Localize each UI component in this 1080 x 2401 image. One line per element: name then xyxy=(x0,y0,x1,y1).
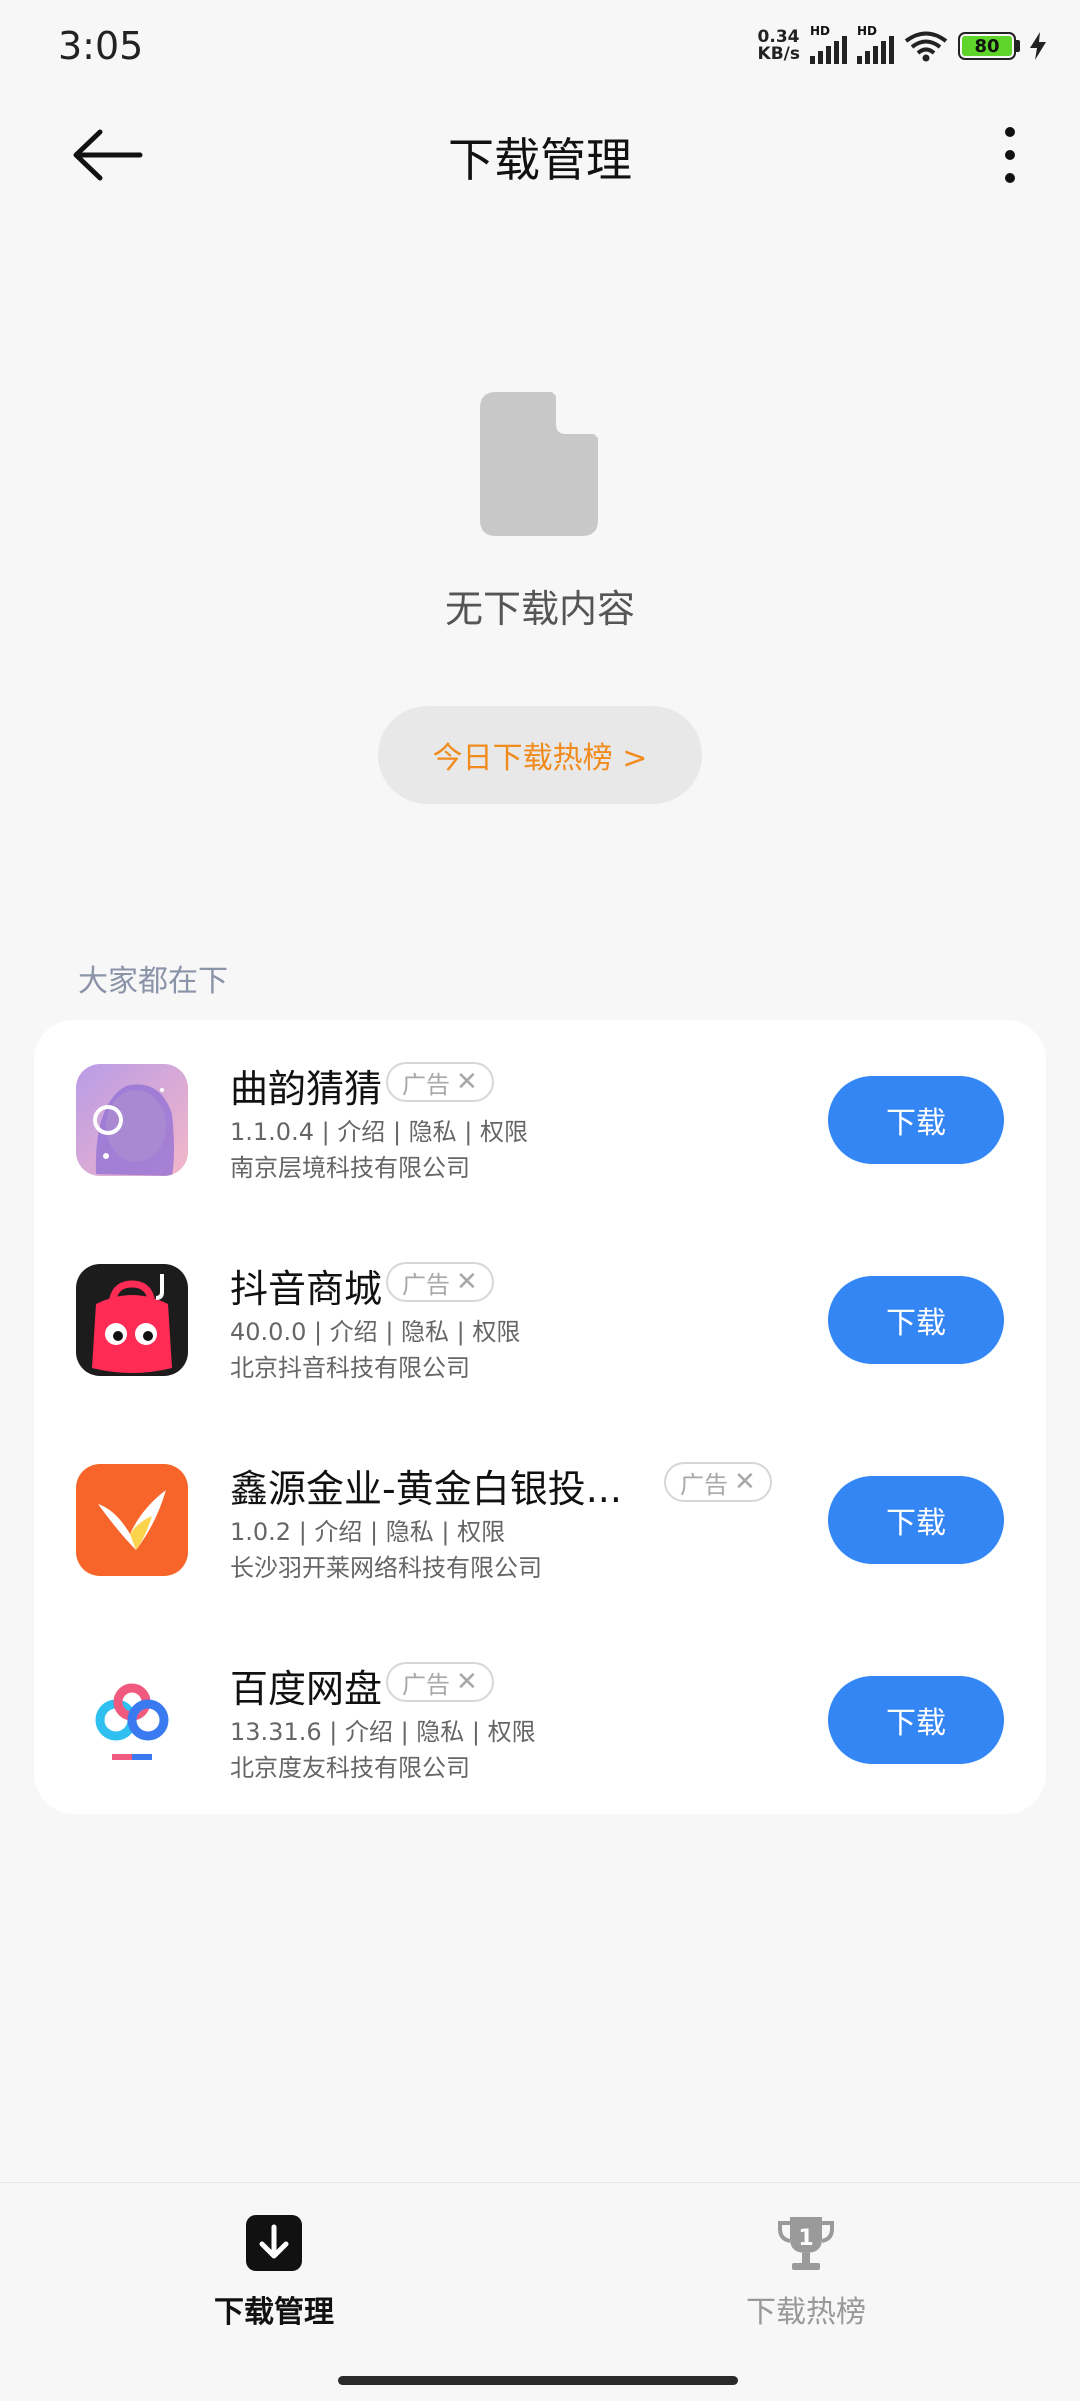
ad-badge: 广告 ✕ xyxy=(386,1262,494,1302)
trophy-icon: 1 xyxy=(778,2217,834,2270)
app-developer: 北京抖音科技有限公司 xyxy=(230,1354,470,1382)
status-bar: 3:05 0.34 KB/s HD HD 80 xyxy=(0,0,1080,100)
app-item[interactable]: 鑫源金业-黄金白银投... 广告 ✕ 1.0.2 | 介绍 | 隐私 | 权限 … xyxy=(34,1420,1046,1582)
more-options-button[interactable] xyxy=(990,122,1030,188)
close-ad-icon[interactable]: ✕ xyxy=(456,1267,478,1297)
permission-link[interactable]: 权限 xyxy=(457,1518,505,1546)
svg-text:1: 1 xyxy=(798,2226,813,2251)
app-icon-xinyuan xyxy=(76,1464,188,1576)
intro-link[interactable]: 介绍 xyxy=(314,1518,362,1546)
download-button[interactable]: 下载 xyxy=(828,1076,1004,1164)
close-ad-icon[interactable]: ✕ xyxy=(456,1667,478,1697)
app-icon-baidu-netdisk xyxy=(76,1664,188,1776)
more-vertical-icon xyxy=(1005,127,1015,183)
permission-link[interactable]: 权限 xyxy=(480,1118,528,1146)
charging-icon xyxy=(1030,32,1046,60)
intro-link[interactable]: 介绍 xyxy=(337,1118,385,1146)
page-title: 下载管理 xyxy=(448,133,632,187)
app-icon-quyun xyxy=(76,1064,188,1176)
wifi-icon xyxy=(904,31,948,62)
app-icon-douyin-mall xyxy=(76,1264,188,1376)
privacy-link[interactable]: 隐私 xyxy=(416,1718,464,1746)
tab-download-manage[interactable]: 下载管理 xyxy=(124,2213,424,2331)
daily-hot-rank-button[interactable]: 今日下载热榜 > xyxy=(378,706,702,804)
privacy-link[interactable]: 隐私 xyxy=(386,1518,434,1546)
close-ad-icon[interactable]: ✕ xyxy=(456,1067,478,1097)
signal-icon: HD xyxy=(810,24,847,64)
app-name: 抖音商城 xyxy=(230,1267,383,1311)
ad-badge: 广告 ✕ xyxy=(386,1662,494,1702)
intro-link[interactable]: 介绍 xyxy=(345,1718,393,1746)
app-header: 下载管理 xyxy=(0,100,1080,210)
signal-icon-2: HD xyxy=(857,24,894,64)
recommend-card: 曲韵猜猜 广告 ✕ 1.1.0.4 | 介绍 | 隐私 | 权限 南京层境科技有… xyxy=(34,1020,1046,1814)
download-button[interactable]: 下载 xyxy=(828,1276,1004,1364)
download-icon xyxy=(246,2215,302,2271)
app-name: 百度网盘 xyxy=(230,1667,383,1711)
app-meta: 13.31.6 | 介绍 | 隐私 | 权限 xyxy=(230,1718,536,1746)
app-developer: 北京度友科技有限公司 xyxy=(230,1754,470,1782)
ad-badge: 广告 ✕ xyxy=(386,1062,494,1102)
network-speed: 0.34 KB/s xyxy=(757,27,800,64)
section-title: 大家都在下 xyxy=(78,964,228,999)
app-item[interactable]: 曲韵猜猜 广告 ✕ 1.1.0.4 | 介绍 | 隐私 | 权限 南京层境科技有… xyxy=(34,1020,1046,1182)
permission-link[interactable]: 权限 xyxy=(488,1718,536,1746)
tab-download-rank[interactable]: 1 下载热榜 xyxy=(656,2213,956,2331)
status-time: 3:05 xyxy=(58,24,144,68)
empty-state-text: 无下载内容 xyxy=(444,587,635,631)
app-name: 曲韵猜猜 xyxy=(230,1067,383,1111)
app-meta: 1.1.0.4 | 介绍 | 隐私 | 权限 xyxy=(230,1118,528,1146)
app-item[interactable]: 抖音商城 广告 ✕ 40.0.0 | 介绍 | 隐私 | 权限 北京抖音科技有限… xyxy=(34,1220,1046,1382)
app-meta: 40.0.0 | 介绍 | 隐私 | 权限 xyxy=(230,1318,521,1346)
app-developer: 南京层境科技有限公司 xyxy=(230,1154,470,1182)
app-developer: 长沙羽开莱网络科技有限公司 xyxy=(230,1554,542,1582)
privacy-link[interactable]: 隐私 xyxy=(409,1118,457,1146)
tab-label: 下载管理 xyxy=(214,2295,334,2330)
app-item[interactable]: 百度网盘 广告 ✕ 13.31.6 | 介绍 | 隐私 | 权限 北京度友科技有… xyxy=(34,1620,1046,1782)
home-indicator[interactable] xyxy=(338,2376,738,2385)
app-meta: 1.0.2 | 介绍 | 隐私 | 权限 xyxy=(230,1518,506,1546)
intro-link[interactable]: 介绍 xyxy=(330,1318,378,1346)
permission-link[interactable]: 权限 xyxy=(472,1318,520,1346)
download-button[interactable]: 下载 xyxy=(828,1476,1004,1564)
battery-icon: 80 xyxy=(958,32,1020,60)
privacy-link[interactable]: 隐私 xyxy=(401,1318,449,1346)
tab-label: 下载热榜 xyxy=(746,2295,866,2330)
bottom-nav: 下载管理 1 下载热榜 xyxy=(0,2182,1080,2401)
close-ad-icon[interactable]: ✕ xyxy=(734,1467,756,1497)
status-icons: 0.34 KB/s HD HD 80 xyxy=(757,24,1046,64)
app-name: 鑫源金业-黄金白银投... xyxy=(230,1467,622,1511)
empty-file-icon xyxy=(480,392,598,536)
download-button[interactable]: 下载 xyxy=(828,1676,1004,1764)
ad-badge: 广告 ✕ xyxy=(664,1462,772,1502)
